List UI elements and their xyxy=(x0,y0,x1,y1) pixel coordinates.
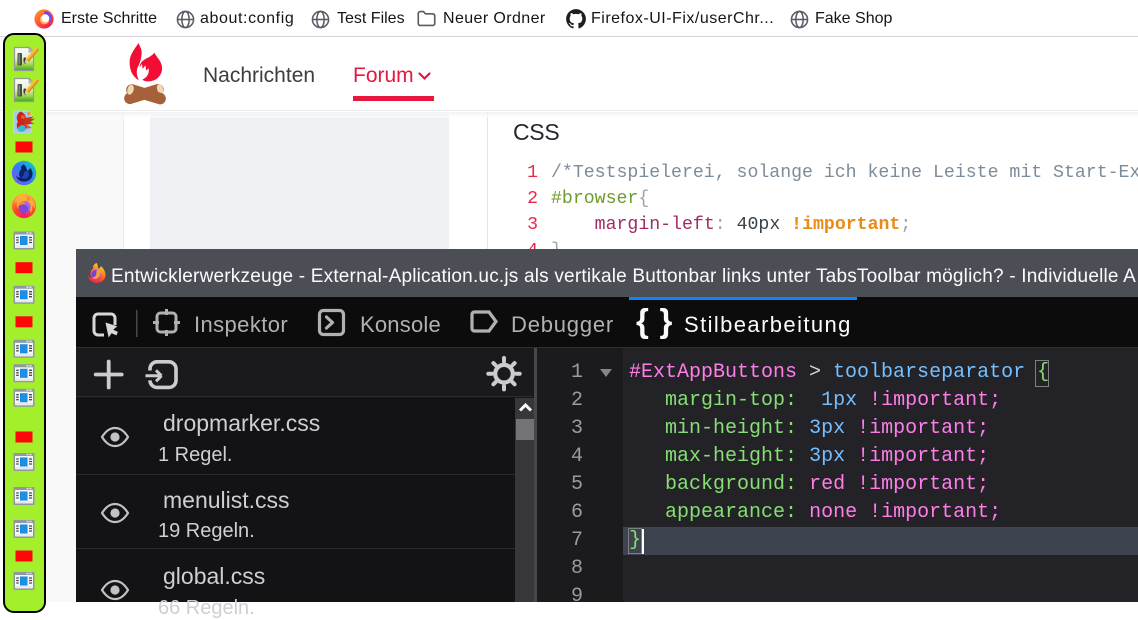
svg-text:}: } xyxy=(660,302,673,339)
svg-text:{: { xyxy=(636,302,649,339)
